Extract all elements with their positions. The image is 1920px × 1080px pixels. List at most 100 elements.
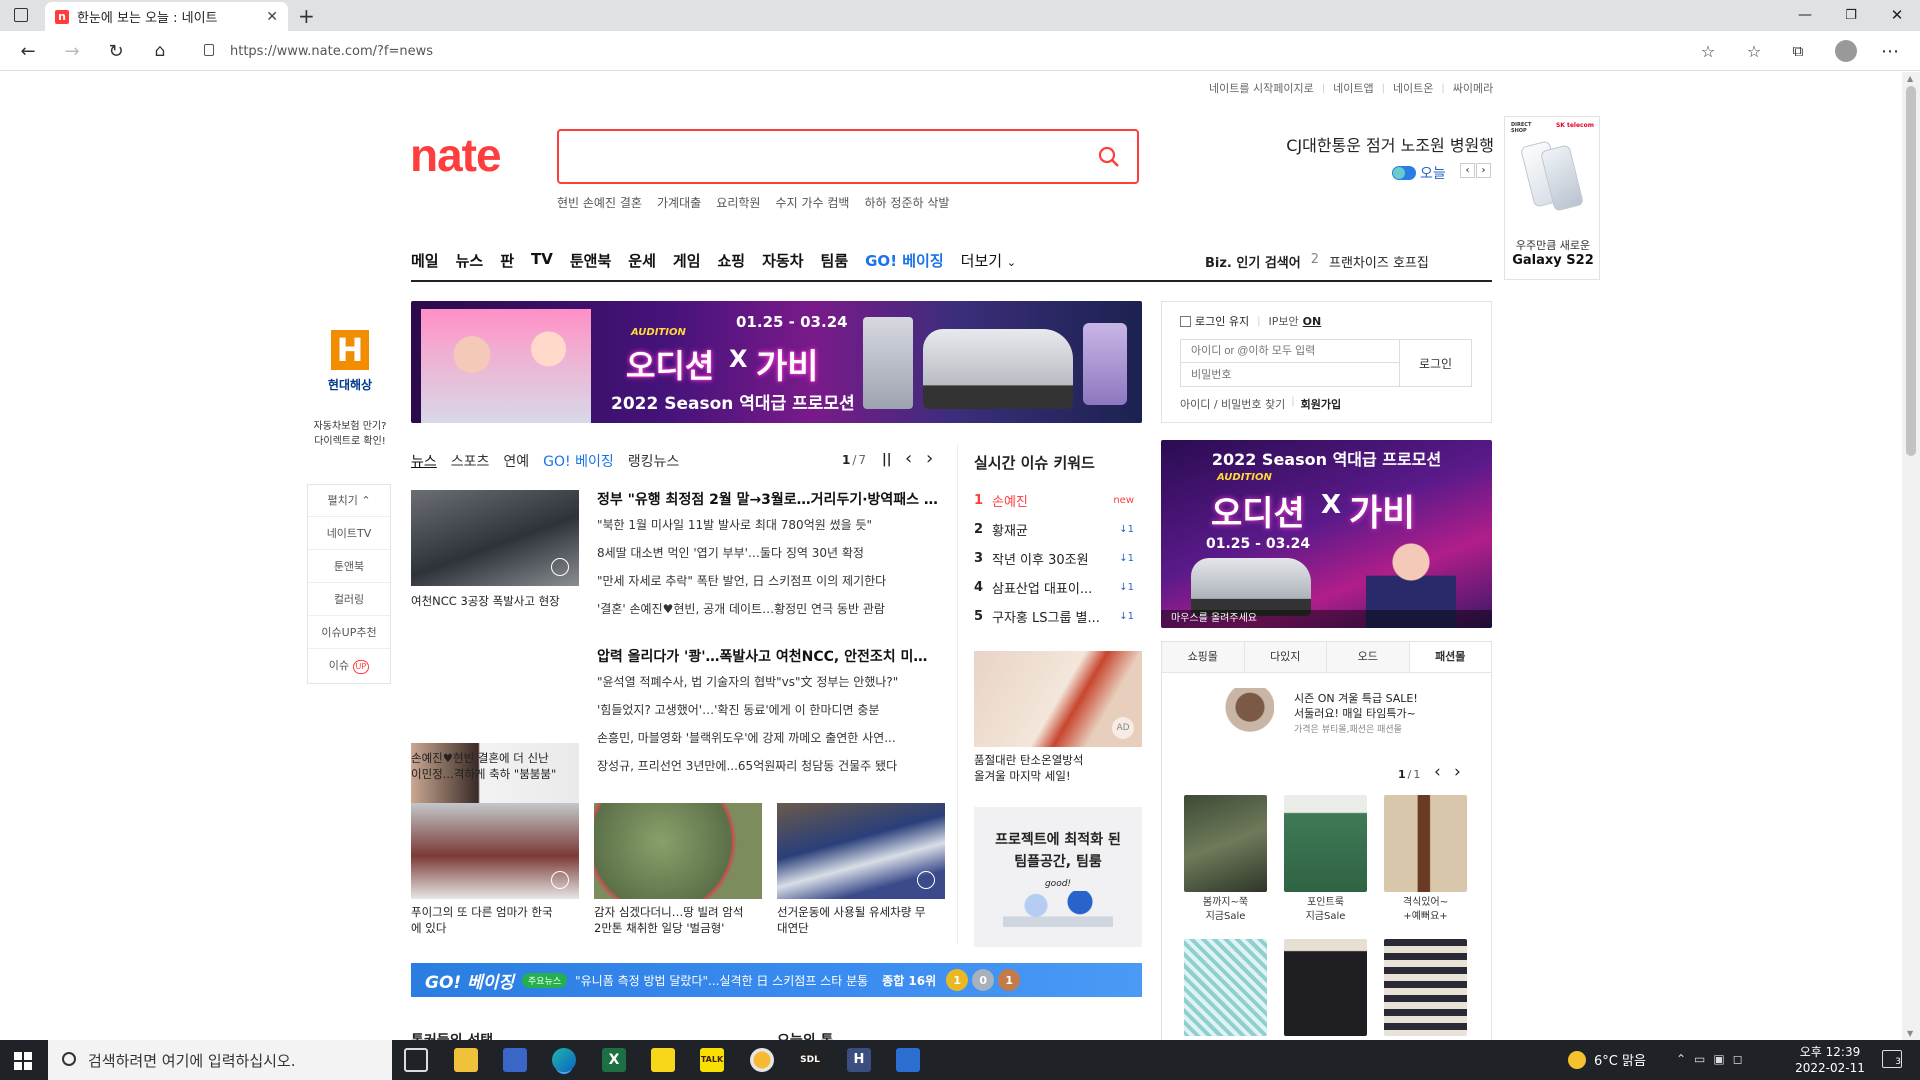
excel-icon[interactable]: X (602, 1048, 626, 1072)
nav-pann[interactable]: 판 (500, 250, 514, 271)
restore-icon[interactable]: ❐ (1828, 0, 1874, 31)
nav-car[interactable]: 자동차 (762, 250, 803, 271)
news-headline[interactable]: 정부 "유행 최정점 2월 말→3월로…거리두기·방역패스 신... (597, 489, 939, 509)
news-item[interactable]: '힘들었지? 고생했어'…'확진 동료'에게 이 한마디면 충분 (597, 696, 939, 724)
keyword-rank-item[interactable]: 3 작년 이후 30조원 ↓1 (974, 544, 1134, 573)
pause-icon[interactable]: || (882, 452, 892, 467)
rolling-issue-text[interactable]: CJ대한통운 점거 노조원 병원행 (1270, 132, 1494, 156)
product-item[interactable]: 격식있어~ +예뻐요+ (1383, 795, 1468, 924)
keyword-rank-item[interactable]: 2 황재균 ↓1 (974, 515, 1134, 544)
profile-avatar[interactable] (1832, 37, 1860, 65)
kakaotalk-icon[interactable]: TALK (700, 1048, 724, 1072)
news-headline[interactable]: 압력 올리다가 '쾅'…폭발사고 여천NCC, 안전조치 미흡했나 (597, 646, 939, 666)
keyword-rank-item[interactable]: 5 구자홍 LS그룹 별... ↓1 (974, 602, 1134, 631)
calendar-app-icon[interactable] (896, 1048, 920, 1072)
promo-banner[interactable]: 시즌 ON 겨울 특급 SALE! 서둘러요! 매일 타임특가~ 가격은 뷰티몰… (1214, 688, 1484, 738)
notification-icon[interactable]: 3 (1882, 1050, 1902, 1068)
nav-tv[interactable]: TV (531, 250, 553, 271)
shop-tab[interactable]: 오드 (1327, 642, 1410, 672)
news-caption[interactable]: 손예진♥현빈 결혼에 더 신난 이민정...격하게 축하 "붐붐붐" (411, 750, 581, 782)
scroll-up-icon[interactable]: ▲ (1907, 74, 1913, 83)
keyword-link[interactable]: 가계대출 (657, 196, 701, 210)
start-windows-icon[interactable] (14, 1052, 32, 1070)
favorite-add-icon[interactable]: ☆ (1694, 37, 1722, 65)
nav-fortune[interactable]: 운세 (628, 250, 656, 271)
news-item[interactable]: "윤석열 적폐수사, 법 기술자의 협박"vs"文 정부는 안했나?" (597, 668, 939, 696)
tab-go-beijing[interactable]: GO! 베이징 (543, 451, 614, 471)
tab-ranking[interactable]: 랭킹뉴스 (628, 451, 680, 471)
news-item[interactable]: "만세 자세로 추락" 폭탄 발언, 日 스키점프 이의 제기한다 (597, 567, 939, 595)
scroll-down-icon[interactable]: ▼ (1907, 1029, 1913, 1038)
side-menu-item[interactable]: 이슈UP추천 (308, 615, 390, 648)
side-menu-toggle[interactable]: 펼치기 ⌃ (308, 485, 390, 516)
file-explorer-icon[interactable] (454, 1048, 478, 1072)
login-button[interactable]: 로그인 (1400, 339, 1472, 387)
app-icon[interactable] (503, 1048, 527, 1072)
heating-cushion-ad[interactable]: AD 품절대란 탄소온열방석 올겨울 마지막 세일! (974, 651, 1142, 784)
go-beijing-bar[interactable]: GO! 베이징 주요뉴스 "유니폼 측정 방법 달랐다"...실격한 日 스키점… (411, 963, 1142, 997)
id-field[interactable] (1180, 339, 1400, 363)
prev-page-icon[interactable]: ‹ (905, 448, 912, 469)
weather-app-icon[interactable] (750, 1048, 774, 1072)
page-scrollbar[interactable]: ▲ ▼ (1902, 72, 1920, 1040)
shop-tab[interactable]: 쇼핑몰 (1162, 642, 1245, 672)
shop-next-icon[interactable]: › (1454, 762, 1461, 782)
photo-news-item[interactable]: 감자 심겠다더니…땅 빌려 암석 2만톤 채취한 일당 '벌금형' (594, 803, 764, 936)
refresh-icon[interactable]: ↻ (102, 37, 130, 65)
close-tab-icon[interactable]: ✕ (266, 9, 278, 25)
news-item[interactable]: "북한 1월 미사일 11발 발사로 최대 780억원 썼을 듯" (597, 511, 939, 539)
next-page-icon[interactable]: › (926, 448, 933, 469)
nav-go-beijing[interactable]: GO! 베이징 (865, 250, 944, 271)
more-menu-icon[interactable]: ⋯ (1876, 37, 1904, 65)
shop-tab[interactable]: 다있지 (1244, 642, 1327, 672)
util-link-startpage[interactable]: 네이트를 시작페이지로 (1209, 80, 1314, 96)
news-item[interactable]: 8세딸 대소변 먹인 '엽기 부부'…둘다 징역 30년 확정 (597, 539, 939, 567)
keyword-rank-item[interactable]: 1 손예진 new (974, 486, 1134, 515)
hyundai-ad[interactable]: H 현대해상 자동차보험 만기? 다이렉트로 확인! (305, 330, 395, 447)
keyword-link[interactable]: 하하 정준하 삭발 (865, 196, 950, 210)
edge-browser-icon[interactable] (552, 1048, 576, 1072)
minimize-icon[interactable]: — (1782, 0, 1828, 31)
side-menu-item[interactable]: 네이트TV (308, 516, 390, 549)
product-item[interactable] (1183, 939, 1268, 1040)
nav-shopping[interactable]: 쇼핑 (718, 250, 746, 271)
tray-icons[interactable]: ⌃▭▣◻ (1676, 1052, 1751, 1066)
nav-mail[interactable]: 메일 (411, 250, 439, 271)
nav-teamroom[interactable]: 팀룸 (821, 250, 849, 271)
password-field[interactable] (1180, 363, 1400, 387)
photo-news-item[interactable]: 푸이그의 또 다른 엄마가 한국 에 있다 (411, 803, 581, 936)
util-link-nateon[interactable]: 네이트온 (1393, 80, 1433, 96)
scrollbar-thumb[interactable] (1906, 86, 1916, 456)
nav-game[interactable]: 게임 (673, 250, 701, 271)
nav-news[interactable]: 뉴스 (456, 250, 484, 271)
audition-banner[interactable]: 01.25 - 03.24 AUDITION 오디션 X 가비 2022 Sea… (411, 301, 1142, 423)
util-link-cymera[interactable]: 싸이메라 (1453, 80, 1493, 96)
close-window-icon[interactable]: ✕ (1874, 0, 1920, 31)
weather-widget[interactable]: 6°C 맑음 (1568, 1050, 1646, 1069)
ip-security-toggle[interactable]: ON (1303, 315, 1322, 328)
browser-tab[interactable]: n 한눈에 보는 오늘 : 네이트 ✕ (45, 2, 288, 31)
find-account-link[interactable]: 아이디 / 비밀번호 찾기 (1180, 396, 1285, 412)
tab-news[interactable]: 뉴스 (411, 451, 437, 471)
issue-next-button[interactable]: › (1476, 163, 1491, 178)
new-tab-button[interactable]: + (298, 4, 315, 28)
photo-news-item[interactable]: 선거운동에 사용될 유세차량 무 대연단 (777, 803, 947, 936)
news-item[interactable]: '결혼' 손예진♥현빈, 공개 데이트…황정민 연극 동반 관람 (597, 595, 939, 623)
issue-toggle[interactable]: 오늘 (1392, 163, 1446, 183)
news-item[interactable]: 손흥민, 마블영화 '블랙위도우'에 강제 까메오 출연한 사연... (597, 724, 939, 752)
clock[interactable]: 오후 12:39 2022-02-11 (1790, 1044, 1870, 1076)
tab-entertainment[interactable]: 연예 (503, 451, 529, 471)
product-item[interactable]: 봄까지~쭉 지금Sale (1183, 795, 1268, 924)
shop-prev-icon[interactable]: ‹ (1434, 762, 1441, 782)
audition-side-banner[interactable]: 2022 Season 역대급 프로모션 AUDITION 오디션 X 가비 0… (1161, 440, 1492, 628)
util-link-app[interactable]: 네이트앱 (1333, 80, 1373, 96)
keyword-link[interactable]: 현빈 손예진 결혼 (557, 196, 642, 210)
forward-icon[interactable]: → (58, 37, 86, 65)
sdl-app-icon[interactable]: SDL (798, 1048, 822, 1072)
tab-actions-icon[interactable] (14, 8, 28, 22)
product-item[interactable] (1283, 939, 1368, 1040)
sticky-notes-icon[interactable] (651, 1048, 675, 1072)
side-menu-item[interactable]: 툰앤북 (308, 549, 390, 582)
keyword-link[interactable]: 수지 가수 컴백 (776, 196, 850, 210)
join-link[interactable]: 회원가입 (1301, 396, 1341, 412)
